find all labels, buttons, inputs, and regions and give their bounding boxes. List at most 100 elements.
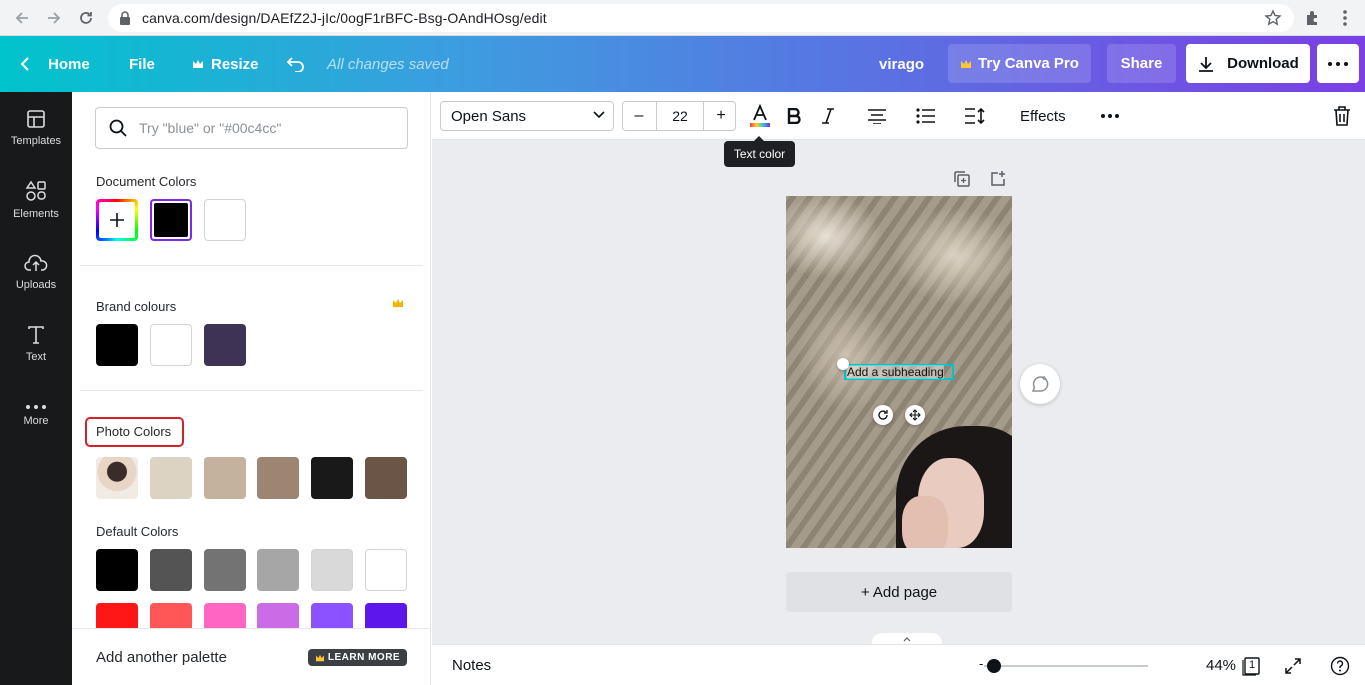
download-button[interactable]: Download	[1186, 44, 1310, 83]
reload-icon[interactable]	[74, 6, 98, 30]
move-icon	[909, 409, 921, 421]
add-comment-button[interactable]	[1020, 364, 1060, 404]
add-color-button[interactable]	[96, 199, 138, 241]
document-color-swatch[interactable]	[204, 199, 246, 241]
move-handle[interactable]	[905, 405, 925, 425]
rail-item-label: Uploads	[15, 279, 57, 291]
rail-item-more[interactable]: More	[0, 384, 72, 448]
text-toolbar: Open Sans – 22 + Effects	[432, 92, 1365, 140]
document-colors-title: Document Colors	[96, 174, 197, 189]
lock-icon	[118, 10, 132, 26]
try-canva-pro-button[interactable]: Try Canva Pro	[948, 44, 1091, 83]
duplicate-page-icon[interactable]	[951, 168, 973, 190]
bold-button[interactable]	[779, 101, 809, 131]
help-icon[interactable]	[1329, 655, 1351, 677]
rail-item-label: Templates	[10, 135, 62, 147]
uploads-icon	[24, 253, 48, 273]
rotate-handle[interactable]	[873, 405, 893, 425]
default-color-swatch[interactable]	[257, 549, 299, 591]
photo-thumbnail[interactable]	[96, 457, 138, 499]
save-status: All changes saved	[327, 55, 449, 73]
comment-icon	[1030, 374, 1050, 394]
photo-color-swatch[interactable]	[257, 457, 299, 499]
rail-item-label: Text	[25, 351, 47, 363]
canvas-area: Add a subheading + Add page	[432, 140, 1365, 645]
bookmark-star-icon[interactable]	[1264, 9, 1282, 27]
chevron-down-icon	[593, 111, 605, 119]
zoom-slider[interactable]: -	[979, 656, 1148, 673]
more-toolbar-options-button[interactable]	[1095, 101, 1125, 131]
crown-icon	[315, 654, 325, 662]
trash-icon	[1333, 106, 1351, 126]
text-color-button[interactable]	[745, 101, 775, 131]
align-center-button[interactable]	[862, 101, 892, 131]
add-page-icon[interactable]	[987, 168, 1009, 190]
page-count-button[interactable]: 1	[1241, 655, 1263, 677]
photo-figure	[902, 496, 948, 548]
default-color-swatch[interactable]	[365, 549, 407, 591]
italic-button[interactable]	[813, 101, 843, 131]
rail-item-label: Elements	[13, 208, 59, 220]
home-button[interactable]: Home	[20, 36, 90, 92]
delete-button[interactable]	[1327, 101, 1357, 131]
add-palette-button[interactable]: Add another palette	[96, 649, 227, 666]
extensions-icon[interactable]	[1301, 6, 1325, 30]
editor-topbar: Home File Resize All changes saved virag…	[0, 36, 1365, 92]
chevron-left-icon	[20, 56, 30, 72]
font-size-input[interactable]: 22	[656, 102, 704, 130]
document-color-swatch-selected[interactable]	[150, 199, 192, 241]
color-search-input[interactable]: Try "blue" or "#00c4cc"	[95, 107, 408, 149]
rail-item-text[interactable]: Text	[0, 312, 72, 376]
crown-icon	[392, 298, 404, 308]
photo-color-swatch[interactable]	[365, 457, 407, 499]
rail-item-elements[interactable]: Elements	[0, 168, 72, 232]
page-count: 1	[1249, 659, 1256, 671]
decrease-font-size-button[interactable]: –	[623, 102, 655, 130]
zoom-level[interactable]: 44%	[1206, 657, 1236, 674]
rail-item-uploads[interactable]: Uploads	[0, 240, 72, 304]
resize-button[interactable]: Resize	[192, 36, 259, 92]
crown-icon	[192, 59, 204, 69]
photo-color-swatch[interactable]	[204, 457, 246, 499]
resize-handle[interactable]	[837, 358, 849, 370]
forward-icon[interactable]	[42, 6, 66, 30]
design-name[interactable]: virago	[879, 36, 924, 92]
add-page-button[interactable]: + Add page	[786, 572, 1012, 612]
default-color-swatch[interactable]	[204, 549, 246, 591]
add-palette-row: Add another palette LEARN MORE	[72, 628, 430, 685]
fullscreen-icon[interactable]	[1282, 655, 1304, 677]
font-family-select[interactable]: Open Sans	[440, 101, 614, 131]
photo-color-swatch[interactable]	[150, 457, 192, 499]
default-color-swatch[interactable]	[150, 549, 192, 591]
file-menu-button[interactable]: File	[129, 36, 155, 92]
back-icon[interactable]	[10, 6, 34, 30]
photo-color-swatch[interactable]	[311, 457, 353, 499]
rail-item-templates[interactable]: Templates	[0, 96, 72, 160]
brand-color-swatch[interactable]	[96, 324, 138, 366]
address-bar[interactable]: canva.com/design/DAEfZ2J-jIc/0ogF1rBFC-B…	[108, 4, 1294, 32]
brand-color-swatch[interactable]	[204, 324, 246, 366]
default-color-swatch[interactable]	[311, 549, 353, 591]
chevron-up-icon	[903, 636, 911, 642]
list-button[interactable]	[911, 101, 941, 131]
ellipsis-icon	[1328, 61, 1348, 66]
browser-menu-icon[interactable]	[1333, 6, 1357, 30]
brand-color-swatch[interactable]	[150, 324, 192, 366]
font-size-stepper: – 22 +	[622, 101, 736, 131]
text-element-content: Add a subheading	[847, 365, 944, 379]
undo-icon[interactable]	[286, 36, 306, 92]
increase-font-size-button[interactable]: +	[705, 102, 737, 130]
effects-button[interactable]: Effects	[1020, 101, 1066, 131]
default-color-swatch[interactable]	[96, 549, 138, 591]
learn-more-label: LEARN MORE	[327, 652, 401, 663]
spacing-button[interactable]	[960, 101, 990, 131]
more-options-button[interactable]	[1317, 44, 1359, 83]
notes-button[interactable]: Notes	[452, 657, 491, 674]
learn-more-button[interactable]: LEARN MORE	[308, 649, 407, 666]
color-panel: Try "blue" or "#00c4cc" Document Colors …	[72, 92, 431, 685]
share-button[interactable]: Share	[1107, 44, 1176, 83]
selected-text-element[interactable]: Add a subheading	[844, 364, 954, 380]
zoom-slider-knob[interactable]	[987, 659, 1001, 673]
photo-colors-title: Photo Colors	[96, 424, 172, 439]
plus-icon	[99, 202, 135, 238]
